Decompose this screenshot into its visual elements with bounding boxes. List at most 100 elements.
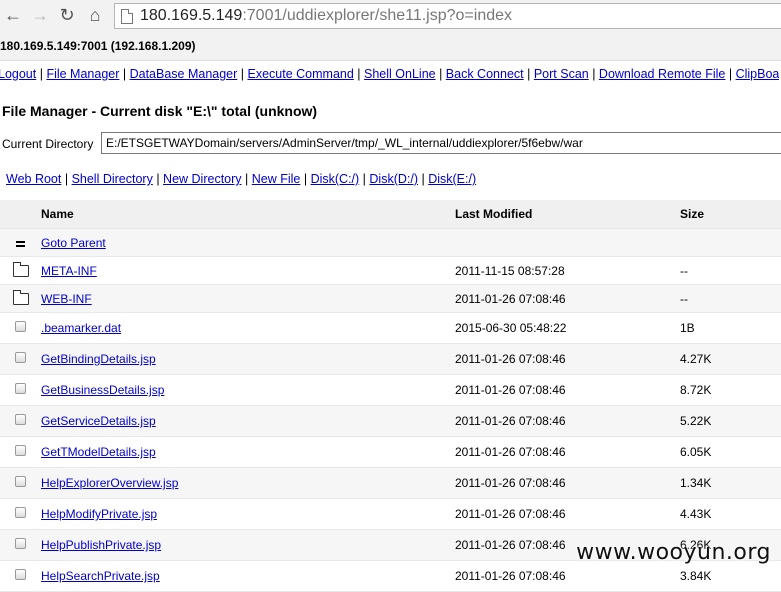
menu-separator: | (119, 67, 130, 81)
menu-item-database-manager[interactable]: DataBase Manager (130, 67, 238, 81)
select-checkbox[interactable] (15, 321, 26, 332)
forward-arrow-icon[interactable]: → (29, 4, 51, 26)
quick-link-disk-d[interactable]: Disk(D:/) (369, 172, 418, 186)
parent-cell (0, 228, 41, 257)
select-checkbox[interactable] (15, 476, 26, 487)
last-modified-cell: 2011-01-26 07:08:46 (455, 445, 566, 459)
file-link[interactable]: HelpSearchPrivate.jsp (41, 569, 160, 583)
watermark: www.wooyun.org (576, 540, 771, 565)
folder-row: META-INF 2011-11-15 08:57:28 -- (0, 257, 781, 285)
last-modified-cell: 2011-01-26 07:08:46 (455, 383, 566, 397)
address-bar[interactable]: 180.169.5.149:7001/uddiexplorer/she11.js… (114, 3, 781, 29)
file-name-cell: META-INF (41, 257, 455, 285)
last-modified-cell: 2011-01-26 07:08:46 (455, 467, 680, 499)
file-size-cell: -- (680, 263, 688, 278)
file-link[interactable]: GetBindingDetails.jsp (41, 352, 156, 366)
menu-item-execute-command[interactable]: Execute Command (248, 67, 354, 81)
last-modified-cell: 2011-01-26 07:08:46 (455, 284, 680, 313)
folder-link[interactable]: WEB-INF (41, 292, 92, 306)
current-directory-input[interactable] (101, 132, 781, 154)
menu-separator: | (435, 67, 446, 81)
file-size-cell: 1B (680, 321, 695, 335)
link-separator: | (61, 172, 72, 186)
file-row: .beamarker.dat 2015-06-30 05:48:22 1B (0, 313, 781, 344)
select-checkbox[interactable] (15, 538, 26, 549)
file-name-cell: WEB-INF (41, 284, 455, 313)
file-link[interactable]: GetTModelDetails.jsp (41, 445, 156, 459)
file-link[interactable]: HelpPublishPrivate.jsp (41, 538, 161, 552)
select-checkbox[interactable] (15, 414, 26, 425)
select-checkbox[interactable] (15, 445, 26, 456)
link-separator: | (359, 172, 370, 186)
column-header-modified: Last Modified (455, 200, 680, 229)
last-modified-cell: 2011-01-26 07:08:46 (455, 343, 680, 375)
file-size-cell: 1.34K (680, 467, 781, 499)
file-name-cell: GetServiceDetails.jsp (41, 405, 455, 437)
server-info-bar: 180.169.5.149:7001 (192.168.1.209) (0, 33, 781, 61)
main-menu: Logout | File Manager | DataBase Manager… (0, 67, 779, 81)
menu-item-port-scan[interactable]: Port Scan (534, 67, 589, 81)
reload-icon[interactable]: ↻ (56, 4, 78, 26)
browser-toolbar: ← → ↻ ⌂ 180.169.5.149:7001/uddiexplorer/… (0, 0, 781, 34)
file-link[interactable]: GetBusinessDetails.jsp (41, 383, 164, 397)
quick-link-web-root[interactable]: Web Root (6, 172, 61, 186)
table-header: Name Last Modified Size (0, 200, 781, 229)
select-checkbox[interactable] (15, 352, 26, 363)
select-checkbox[interactable] (15, 507, 26, 518)
menu-separator: | (237, 67, 248, 81)
row-icon-cell (0, 499, 41, 530)
header-icon-cell (0, 200, 41, 229)
address-url: 180.169.5.149:7001/uddiexplorer/she11.js… (140, 7, 512, 25)
file-link[interactable]: HelpModifyPrivate.jsp (41, 507, 157, 521)
folder-row: WEB-INF 2011-01-26 07:08:46 -- (0, 284, 781, 313)
menu-item-file-manager[interactable]: File Manager (46, 67, 119, 81)
quick-link-disk-e[interactable]: Disk(E:/) (428, 172, 476, 186)
folder-link[interactable]: META-INF (41, 264, 97, 278)
page-icon (121, 9, 133, 24)
home-icon[interactable]: ⌂ (84, 4, 106, 26)
file-link[interactable]: HelpExplorerOverview.jsp (41, 476, 178, 490)
parent-name-cell: Goto Parent (41, 228, 455, 257)
menu-item-clipboard[interactable]: ClipBoard (736, 67, 779, 81)
quick-link-disk-c[interactable]: Disk(C:/) (311, 172, 360, 186)
file-row: HelpModifyPrivate.jsp 2011-01-26 07:08:46… (0, 499, 781, 530)
menu-separator: | (36, 67, 47, 81)
quick-link-new-file[interactable]: New File (252, 172, 301, 186)
menu-item-download-remote-file[interactable]: Download Remote File (599, 67, 725, 81)
page-title: File Manager - Current disk "E:\" total … (2, 103, 318, 119)
row-icon-cell (0, 561, 41, 592)
row-icon-cell (0, 284, 41, 313)
file-link[interactable]: .beamarker.dat (41, 321, 121, 335)
back-arrow-icon[interactable]: ← (2, 4, 24, 26)
menu-item-back-connect[interactable]: Back Connect (446, 67, 524, 81)
menu-separator: | (588, 67, 599, 81)
file-row: GetBindingDetails.jsp 2011-01-26 07:08:46… (0, 343, 781, 375)
menu-item-shell-online[interactable]: Shell OnLine (364, 67, 436, 81)
url-host: 180.169.5.149 (140, 7, 243, 24)
menu-separator: | (353, 67, 365, 81)
last-modified-cell: 2011-01-26 07:08:46 (455, 405, 680, 437)
folder-icon (12, 289, 29, 305)
file-link[interactable]: GetServiceDetails.jsp (41, 414, 156, 428)
quick-link-shell-directory[interactable]: Shell Directory (72, 172, 153, 186)
goto-parent-link[interactable]: Goto Parent (41, 236, 106, 250)
select-checkbox[interactable] (15, 383, 26, 394)
quick-link-new-directory[interactable]: New Directory (163, 172, 242, 186)
file-size-cell: -- (680, 284, 781, 313)
row-icon-cell (0, 257, 41, 285)
file-name-cell: GetTModelDetails.jsp (41, 437, 455, 468)
select-checkbox[interactable] (15, 569, 26, 580)
folder-icon (12, 261, 29, 277)
file-name-cell: GetBindingDetails.jsp (41, 343, 455, 375)
menu-separator: | (725, 67, 736, 81)
column-header-name: Name (41, 200, 455, 229)
row-icon-cell (0, 529, 41, 561)
file-size-cell: 8.72K (680, 383, 712, 397)
file-name-cell: HelpPublishPrivate.jsp (41, 529, 455, 561)
file-row: HelpSearchPrivate.jsp 2011-01-26 07:08:46… (0, 561, 781, 592)
menu-item-logout[interactable]: Logout (0, 67, 36, 81)
file-row: GetTModelDetails.jsp 2011-01-26 07:08:46 6… (0, 437, 781, 468)
link-separator: | (152, 172, 164, 186)
file-name-cell: HelpSearchPrivate.jsp (41, 561, 455, 592)
file-row: HelpExplorerOverview.jsp 2011-01-26 07:08… (0, 467, 781, 499)
